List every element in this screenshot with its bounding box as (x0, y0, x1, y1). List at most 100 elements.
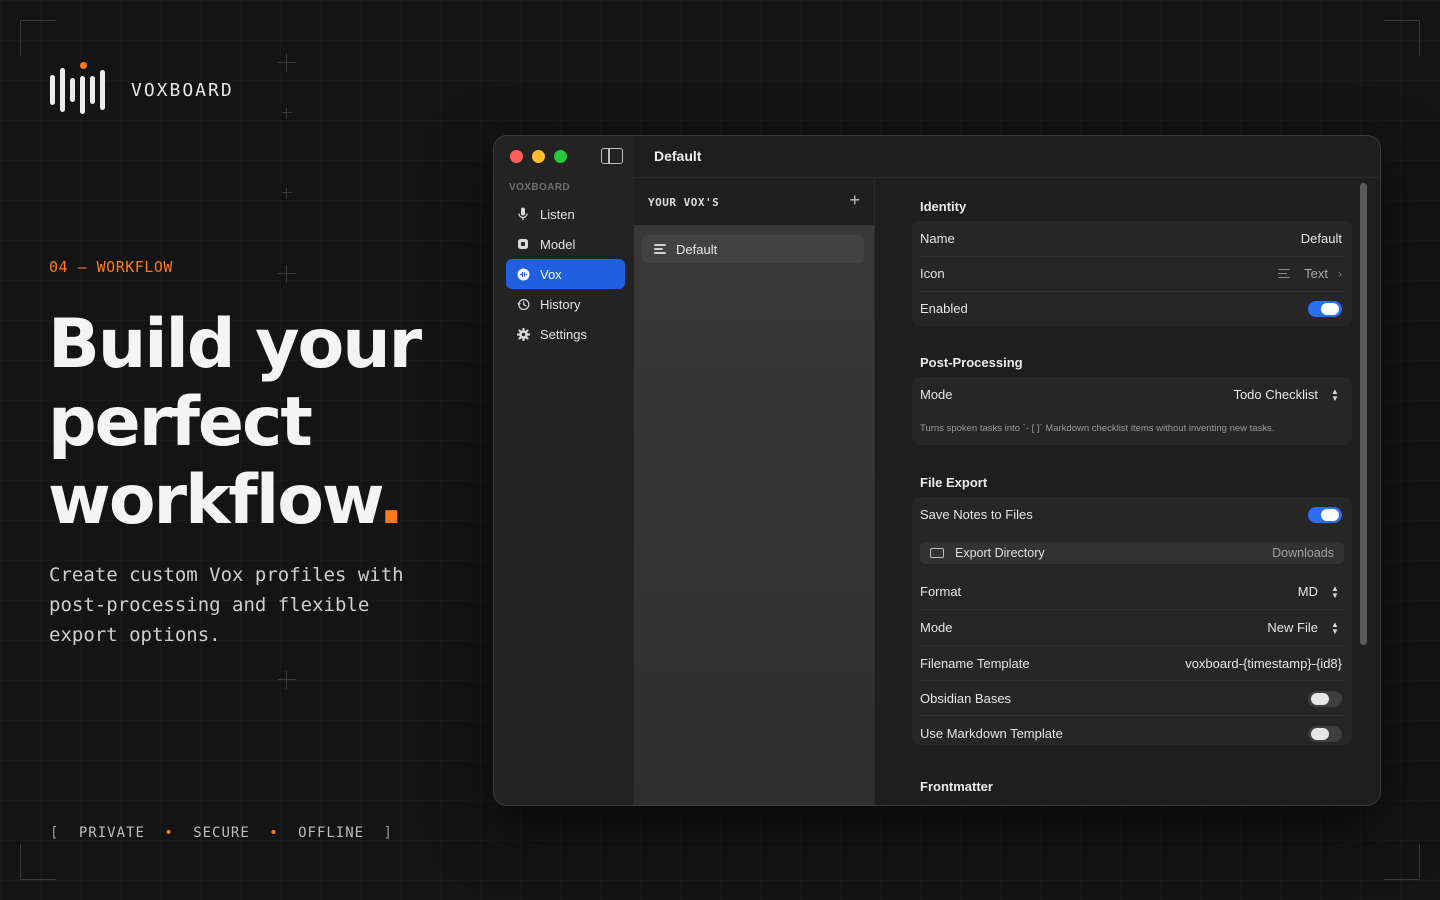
tagline-bracket: [ (50, 825, 60, 841)
export-directory-button[interactable]: Export Directory Downloads (920, 542, 1344, 564)
vox-list-header: YOUR VOX'S + (634, 179, 874, 225)
folder-icon (930, 548, 944, 558)
app-window: VOXBOARD Listen Model Vox History Settin… (493, 135, 1381, 806)
save-notes-toggle[interactable] (1308, 506, 1342, 523)
format-label: Format (920, 584, 962, 599)
post-mode-value: Todo Checklist (1233, 387, 1318, 402)
filename-template-label: Filename Template (920, 656, 1030, 671)
headline-line: workflow (48, 461, 380, 540)
post-mode-select[interactable]: Todo Checklist ▲ ▼ (1233, 387, 1342, 403)
headline-line: perfect (48, 383, 313, 462)
frame-corner-bottom-left (20, 844, 56, 880)
format-row: Format MD ▲ ▼ (912, 574, 1352, 609)
vox-list-title: YOUR VOX'S (648, 196, 720, 209)
sidebar-item-vox[interactable]: Vox (506, 259, 625, 289)
hero-subtext: Create custom Vox profiles with post-pro… (49, 564, 404, 646)
tagline-item: OFFLINE (298, 825, 365, 841)
zoom-window-button[interactable] (554, 150, 567, 163)
sidebar-section-label: VOXBOARD (509, 182, 570, 193)
export-mode-select[interactable]: New File ▲ ▼ (1267, 620, 1342, 636)
save-notes-label: Save Notes to Files (920, 507, 1033, 522)
obsidian-bases-row: Obsidian Bases (912, 681, 1352, 716)
microphone-icon (516, 207, 530, 221)
headline-period: . (378, 461, 404, 540)
list-item[interactable]: Default (642, 235, 864, 263)
file-export-card: Save Notes to Files Export Directory Dow… (912, 497, 1352, 745)
format-value: MD (1297, 584, 1318, 599)
scrollbar-thumb[interactable] (1360, 183, 1367, 645)
format-select[interactable]: MD ▲ ▼ (1298, 584, 1342, 600)
export-mode-value: New File (1267, 620, 1318, 635)
headline-line: Build your (48, 305, 422, 384)
sidebar-nav: Listen Model Vox History Settings (506, 199, 625, 349)
frame-corner-bottom-right (1384, 844, 1420, 880)
identity-card: Name Default Icon Text › Enabled (912, 221, 1352, 326)
history-icon (516, 297, 530, 311)
name-row: Name Default (912, 221, 1352, 256)
icon-row[interactable]: Icon Text › (912, 256, 1352, 291)
export-directory-label: Export Directory (955, 546, 1045, 560)
section-tag: 04 — WORKFLOW (49, 258, 173, 276)
tagline-bracket: ] (383, 825, 393, 841)
tagline-item: SECURE (193, 825, 250, 841)
text-lines-icon (654, 244, 666, 254)
list-item-label: Default (676, 241, 718, 257)
chip-icon (516, 237, 530, 251)
chevron-up-down-icon: ▲ ▼ (1331, 386, 1339, 403)
frame-corner-top-right (1384, 20, 1420, 56)
section-title-frontmatter: Frontmatter (920, 779, 993, 794)
vox-list: Default (634, 225, 874, 805)
voxboard-logo-icon (50, 62, 105, 118)
name-value[interactable]: Default (1301, 231, 1342, 246)
icon-value: Text (1304, 266, 1328, 281)
markdown-template-label: Use Markdown Template (920, 726, 1063, 741)
close-window-button[interactable] (510, 150, 523, 163)
frame-corner-top-left (20, 20, 56, 56)
save-notes-row: Save Notes to Files (912, 497, 1352, 532)
section-title-post-processing: Post-Processing (920, 355, 1023, 370)
crosshair-decoration (278, 265, 296, 283)
section-title-file-export: File Export (920, 475, 988, 490)
sidebar-item-label: Vox (540, 266, 562, 282)
sidebar-item-model[interactable]: Model (506, 229, 625, 259)
sidebar-item-label: Listen (540, 206, 575, 222)
export-mode-row: Mode New File ▲ ▼ (912, 610, 1352, 645)
minimize-window-button[interactable] (532, 150, 545, 163)
title-bar: Default (634, 136, 1380, 178)
markdown-template-toggle[interactable] (1308, 725, 1342, 742)
window-controls (510, 150, 567, 163)
crosshair-decoration (282, 108, 292, 118)
sidebar-item-history[interactable]: History (506, 289, 625, 319)
export-directory-value: Downloads (1272, 546, 1334, 560)
filename-template-value[interactable]: voxboard-{timestamp}-{id8} (1185, 656, 1342, 671)
sidebar-item-listen[interactable]: Listen (506, 199, 625, 229)
sidebar-item-settings[interactable]: Settings (506, 319, 625, 349)
crosshair-decoration (282, 188, 292, 198)
vox-detail-pane: Identity Name Default Icon Text › Enable… (876, 179, 1380, 805)
window-title: Default (654, 148, 702, 164)
icon-label: Icon (920, 266, 945, 281)
brand-header: VOXBOARD (50, 62, 234, 118)
crosshair-decoration (278, 671, 296, 689)
vox-list-pane: YOUR VOX'S + Default (634, 179, 875, 805)
brand-name: VOXBOARD (131, 79, 234, 101)
add-vox-button[interactable]: + (849, 191, 860, 209)
tagline: [ PRIVATE • SECURE • OFFLINE ] (50, 825, 393, 841)
sidebar: VOXBOARD Listen Model Vox History Settin… (494, 136, 634, 805)
markdown-template-row: Use Markdown Template (912, 716, 1352, 751)
enabled-label: Enabled (920, 301, 968, 316)
text-lines-icon (1278, 268, 1291, 279)
hero-headline: Build your perfect workflow. (48, 305, 422, 540)
obsidian-bases-toggle[interactable] (1308, 690, 1342, 707)
post-mode-helper-text: Turns spoken tasks into `- [ ]` Markdown… (920, 423, 1275, 434)
post-mode-row: Mode Todo Checklist ▲ ▼ (912, 377, 1352, 412)
name-label: Name (920, 231, 955, 246)
enabled-toggle[interactable] (1308, 300, 1342, 317)
chevron-up-down-icon: ▲ ▼ (1331, 583, 1339, 600)
enabled-row: Enabled (912, 291, 1352, 326)
sidebar-item-label: History (540, 296, 581, 312)
crosshair-decoration (278, 54, 296, 72)
tagline-separator: • (269, 825, 279, 841)
gear-icon (516, 327, 530, 341)
sidebar-toggle-icon[interactable] (601, 148, 623, 164)
